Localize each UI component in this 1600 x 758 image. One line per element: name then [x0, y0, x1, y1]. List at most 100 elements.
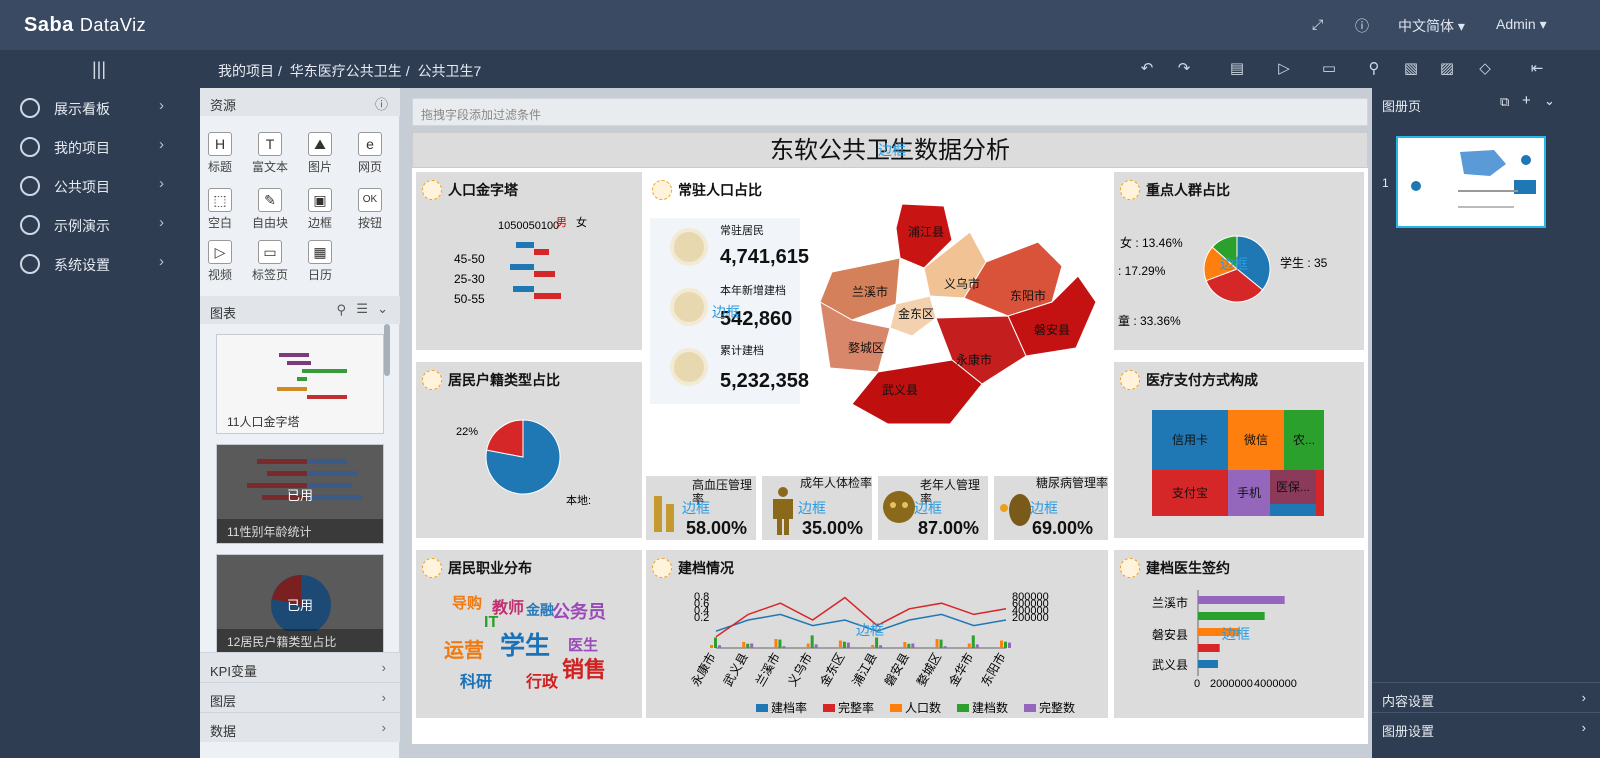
- redo-icon[interactable]: ↷: [1175, 60, 1193, 78]
- tool-tab-page[interactable]: ▭ 标签页: [250, 240, 290, 288]
- tag-icon[interactable]: ◇: [1476, 60, 1494, 78]
- gear-icon: [20, 254, 40, 274]
- category-label: 永康市: [688, 650, 719, 689]
- card-payment-methods[interactable]: 医疗支付方式构成 信用卡 微信 农... 支付宝 手机 医保...: [1110, 358, 1368, 542]
- top-bar: Saba DataViz ⤢ ⓘ 中文简体 ▾ Admin ▾: [0, 0, 1600, 50]
- list-icon[interactable]: ☰: [356, 301, 368, 317]
- chevron-right-icon: ›: [381, 690, 386, 705]
- accordion-kpi[interactable]: KPI变量 ›: [200, 652, 400, 682]
- help-icon[interactable]: ⓘ: [1355, 16, 1369, 36]
- tool-rich-text[interactable]: T 富文本: [250, 132, 290, 180]
- treemap-cell[interactable]: 医保...: [1270, 470, 1316, 504]
- tool-image[interactable]: ⛰ 图片: [300, 132, 340, 180]
- legend-male: 男: [556, 217, 567, 229]
- breadcrumb-item[interactable]: 华东医疗公共卫生: [290, 63, 402, 79]
- tool-free-block[interactable]: ✎ 自由块: [250, 188, 290, 236]
- search-icon[interactable]: ⚲: [336, 302, 346, 318]
- pdf-icon[interactable]: ▨: [1438, 60, 1456, 78]
- resource-panel: 资源 ⓘ H 标题 T 富文本 ⛰ 图片 e 网页 ⬚ 空白 ✎ 自由块 ▣ 边框 OK 按钮 ▷…: [200, 88, 400, 758]
- doctor-bar-chart: [1197, 590, 1285, 676]
- treemap-cell[interactable]: 手机: [1228, 470, 1270, 516]
- save-icon[interactable]: ▤: [1228, 60, 1246, 78]
- filing-bar: [935, 639, 939, 648]
- exit-icon[interactable]: ⇤: [1528, 60, 1546, 78]
- filing-bar: [750, 643, 754, 648]
- menu-toggle-icon[interactable]: |||: [90, 60, 108, 78]
- user-menu[interactable]: Admin ▾: [1496, 16, 1547, 33]
- used-badge: 已用: [286, 598, 313, 613]
- help-icon[interactable]: ⓘ: [375, 94, 388, 113]
- card-hypertension-rate[interactable]: 高血压管理率 边框 58.00%: [642, 472, 760, 544]
- card-adult-checkup-rate[interactable]: 成年人体检率 边框 35.00%: [758, 472, 876, 544]
- chart-thumb[interactable]: 已用 12居民户籍类型占比: [216, 554, 384, 654]
- chart-thumb[interactable]: 已用 11性别年龄统计: [216, 444, 384, 544]
- chart-thumb[interactable]: 11人口金字塔: [216, 334, 384, 434]
- accordion-content-settings[interactable]: 内容设置 ›: [1372, 682, 1600, 712]
- card-household[interactable]: 居民户籍类型占比 22% 本地:: [412, 358, 646, 542]
- card-icon[interactable]: ▭: [1320, 60, 1338, 78]
- page-thumbnail[interactable]: [1396, 136, 1546, 228]
- card-population-pyramid[interactable]: 人口金字塔 1050050100 男 女 45-50 25-30 50-55: [412, 168, 646, 354]
- pyramid-bar: [534, 293, 561, 299]
- chevron-right-icon: ›: [159, 136, 164, 153]
- map-label: 兰溪市: [852, 284, 888, 299]
- card-elderly-management-rate[interactable]: 老年人管理率 边框 87.00%: [874, 472, 992, 544]
- card-filing[interactable]: 建档情况 0.8 0.6 0.4 0.2 800000 600000 400000 20000…: [642, 546, 1112, 722]
- breadcrumb-item[interactable]: 我的项目: [218, 63, 274, 79]
- pyramid-bar: [516, 242, 534, 248]
- pie-label: 22%: [456, 426, 479, 438]
- card-doctor-signing[interactable]: 建档医生签约 兰溪市 磐安县 武义县 0 2000000 4000000 边框: [1110, 546, 1368, 722]
- plus-icon[interactable]: +: [1522, 92, 1531, 109]
- treemap-cell[interactable]: 农...: [1284, 410, 1324, 470]
- play-icon: [20, 215, 40, 235]
- tool-border[interactable]: ▣ 边框: [300, 188, 340, 236]
- accordion-album-settings[interactable]: 图册设置 ›: [1372, 712, 1600, 742]
- sidebar-item-my-projects[interactable]: 我的项目 ›: [0, 127, 200, 167]
- scrollbar-thumb[interactable]: [384, 324, 390, 376]
- tool-title[interactable]: H 标题: [200, 132, 240, 180]
- card-diabetes-management-rate[interactable]: 糖尿病管理率 边框 69.00%: [990, 472, 1112, 544]
- map-label: 永康市: [956, 352, 992, 367]
- accordion-layers[interactable]: 图层 ›: [200, 682, 400, 712]
- card-occupation[interactable]: 居民职业分布 导购 教师 金融 公务员 IT 运营 学生 医生 销售 科研 行政: [412, 546, 646, 722]
- tool-webpage[interactable]: e 网页: [350, 132, 390, 180]
- pyramid-chart: [510, 242, 561, 299]
- sidebar-item-demos[interactable]: 示例演示 ›: [0, 205, 200, 245]
- sidebar-item-public-projects[interactable]: 公共项目 ›: [0, 166, 200, 206]
- group-icon: [1120, 180, 1140, 200]
- app-logo[interactable]: Saba DataViz: [24, 14, 146, 37]
- excel-icon[interactable]: ▧: [1402, 60, 1420, 78]
- pie-slice: [486, 419, 524, 458]
- fullscreen-icon[interactable]: ⤢: [1312, 16, 1323, 33]
- treemap-cell[interactable]: 信用卡: [1152, 410, 1228, 470]
- tool-calendar[interactable]: ▦ 日历: [300, 240, 340, 288]
- tool-blank[interactable]: ⬚ 空白: [200, 188, 240, 236]
- treemap-cell[interactable]: 支付宝: [1152, 470, 1228, 516]
- pie-label: 童 : 33.36%: [1118, 314, 1181, 328]
- treemap-cell[interactable]: [1316, 470, 1324, 516]
- card-resident-population[interactable]: 常驻人口占比 常驻居民 4,741,615 本年新增建档 542,860 边框 …: [642, 168, 1112, 476]
- chevron-down-icon[interactable]: ⌄: [1544, 93, 1555, 109]
- chevron-right-icon: ›: [159, 253, 164, 270]
- tool-button[interactable]: OK 按钮: [350, 188, 390, 236]
- legend-label: 人口数: [905, 700, 941, 715]
- border-label: 边框: [878, 142, 906, 158]
- undo-icon[interactable]: ↶: [1138, 60, 1156, 78]
- link-icon[interactable]: ⚲: [1365, 60, 1383, 78]
- copy-icon[interactable]: ⧉: [1500, 94, 1509, 110]
- sidebar-item-settings[interactable]: 系统设置 ›: [0, 244, 200, 284]
- card-key-population[interactable]: 重点人群占比 女 : 13.46% : 17.29% 童 : 33.36% 学生…: [1110, 168, 1368, 354]
- treemap-cell[interactable]: [1270, 504, 1316, 516]
- filing-bar: [814, 644, 818, 648]
- treemap-cell[interactable]: 微信: [1228, 410, 1284, 470]
- chevron-down-icon[interactable]: ⌄: [377, 301, 388, 317]
- language-select[interactable]: 中文简体 ▾: [1398, 16, 1465, 36]
- preview-icon[interactable]: ▷: [1275, 60, 1293, 78]
- tool-video[interactable]: ▷ 视频: [200, 240, 240, 288]
- sidebar-item-dashboard[interactable]: 展示看板 ›: [0, 88, 200, 128]
- map-label: 磐安县: [1034, 322, 1070, 337]
- accordion-data[interactable]: 数据 ›: [200, 712, 400, 742]
- category-label: 金华市: [945, 650, 976, 689]
- chevron-right-icon: ›: [159, 175, 164, 192]
- filter-bar[interactable]: 拖拽字段添加过滤条件: [412, 98, 1368, 126]
